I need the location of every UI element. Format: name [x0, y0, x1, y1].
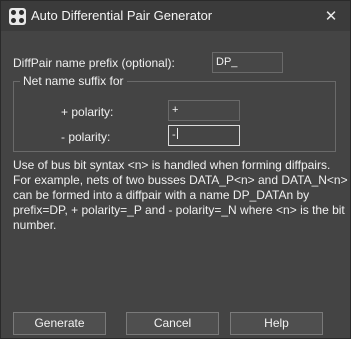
description-line: prefix=DP, + polarity=_P and - polarity=…: [13, 203, 345, 217]
app-icon-dot: [11, 10, 16, 15]
app-icon-dot: [19, 18, 24, 23]
close-button[interactable]: ✕: [312, 1, 350, 31]
description-line: number.: [13, 218, 57, 232]
minus-polarity-label: - polarity:: [61, 130, 111, 144]
title-bar[interactable]: Auto Differential Pair Generator ✕: [1, 1, 350, 31]
app-icon: [9, 8, 26, 25]
help-button[interactable]: Help: [230, 312, 323, 335]
window-title: Auto Differential Pair Generator: [31, 8, 213, 23]
app-icon-dot: [19, 10, 24, 15]
prefix-label: DiffPair name prefix (optional):: [13, 56, 175, 70]
plus-polarity-label: + polarity:: [61, 105, 114, 119]
text-caret: [176, 128, 178, 139]
description-line: can be formed into a diffpair with a nam…: [13, 188, 310, 202]
plus-polarity-input[interactable]: +: [168, 100, 240, 121]
generate-button[interactable]: Generate: [13, 312, 106, 335]
minus-polarity-input[interactable]: -: [168, 125, 240, 146]
description-line: For example, nets of two busses DATA_P<n…: [13, 173, 348, 187]
prefix-input[interactable]: DP_: [212, 52, 283, 73]
app-icon-dot: [11, 18, 16, 23]
close-icon: ✕: [324, 8, 338, 25]
dialog-window: Auto Differential Pair Generator ✕ DiffP…: [0, 0, 351, 339]
cancel-button[interactable]: Cancel: [126, 312, 219, 335]
help-description: Use of bus bit syntax <n> is handled whe…: [13, 158, 348, 233]
description-line: Use of bus bit syntax <n> is handled whe…: [13, 158, 331, 172]
minus-polarity-value: -: [172, 129, 176, 141]
suffix-group-label: Net name suffix for: [20, 74, 127, 88]
